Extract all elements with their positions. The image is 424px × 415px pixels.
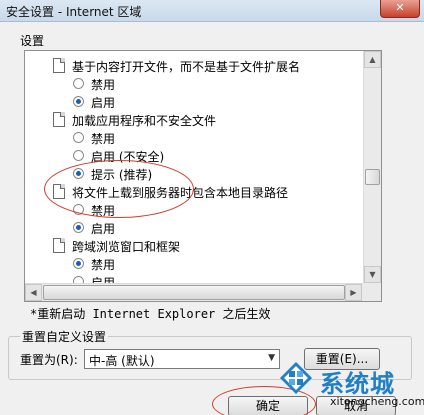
option-label: 启用 <box>91 96 116 110</box>
scroll-left-icon[interactable]: ◀ <box>25 284 42 301</box>
scroll-down-icon[interactable]: ▼ <box>364 266 381 283</box>
radio-button[interactable] <box>73 258 84 269</box>
radio-button[interactable] <box>73 204 84 215</box>
watermark-logo-icon <box>280 362 312 394</box>
setting-option[interactable]: 禁用 <box>25 254 363 274</box>
radio-button[interactable] <box>73 168 84 179</box>
security-level-value: 中-高 (默认) <box>89 354 155 368</box>
setting-option[interactable]: 启用 <box>25 218 363 238</box>
radio-button[interactable] <box>73 150 84 161</box>
close-icon: ✕ <box>395 1 405 14</box>
close-button[interactable]: ✕ <box>380 0 420 18</box>
setting-option[interactable]: 禁用 <box>25 74 363 94</box>
setting-category: 跨域浏览窗口和框架 <box>25 236 363 256</box>
setting-option[interactable]: 禁用 <box>25 200 363 220</box>
security-level-dropdown[interactable]: 中-高 (默认) ▼ <box>84 349 280 369</box>
title-bar: 安全设置 - Internet 区域 ✕ <box>0 0 424 22</box>
setting-option[interactable]: 启用 <box>25 92 363 112</box>
setting-category-label: 将文件上载到服务器时包含本地目录路径 <box>72 186 289 200</box>
chevron-down-icon: ▼ <box>268 353 275 363</box>
option-label: 提示 (推荐) <box>91 168 153 182</box>
option-label: 禁用 <box>91 204 116 218</box>
document-icon <box>53 238 65 253</box>
option-label: 启用 <box>91 222 116 236</box>
setting-category: 基于内容打开文件，而不是基于文件扩展名 <box>25 56 363 76</box>
radio-button[interactable] <box>73 222 84 233</box>
setting-category-label: 加载应用程序和不安全文件 <box>72 114 217 128</box>
window-title: 安全设置 - Internet 区域 <box>6 5 142 19</box>
radio-button[interactable] <box>73 78 84 89</box>
reset-group-label: 重置自定义设置 <box>20 328 109 345</box>
horizontal-scroll-thumb[interactable] <box>43 285 345 300</box>
scroll-up-icon[interactable]: ▲ <box>364 51 381 68</box>
option-label: 禁用 <box>91 132 116 146</box>
watermark-url: xitongcheng.com <box>330 395 424 408</box>
option-label: 启用 (不安全) <box>91 150 165 164</box>
watermark-brand: 系统城 <box>320 370 395 398</box>
horizontal-scrollbar[interactable]: ◀ ▶ <box>25 283 363 301</box>
ok-button[interactable]: 确定 <box>228 396 308 415</box>
option-label: 禁用 <box>91 258 116 272</box>
setting-category: 将文件上载到服务器时包含本地目录路径 <box>25 182 363 202</box>
document-icon <box>53 184 65 199</box>
radio-button[interactable] <box>73 96 84 107</box>
scroll-right-icon[interactable]: ▶ <box>345 284 362 301</box>
radio-button[interactable] <box>73 132 84 143</box>
scroll-corner <box>363 283 381 301</box>
vertical-scrollbar[interactable]: ▲ ▼ <box>363 51 381 283</box>
setting-category-label: 基于内容打开文件，而不是基于文件扩展名 <box>72 60 301 74</box>
settings-group-label: 设置 <box>20 34 45 48</box>
option-label: 禁用 <box>91 78 116 92</box>
document-icon <box>53 112 65 127</box>
setting-option[interactable]: 提示 (推荐) <box>25 164 363 184</box>
vertical-scroll-thumb[interactable] <box>365 169 380 185</box>
setting-option[interactable]: 启用 (不安全) <box>25 146 363 166</box>
setting-category: 加载应用程序和不安全文件 <box>25 110 363 130</box>
restart-note: *重新启动 Internet Explorer 之后生效 <box>30 307 271 321</box>
document-icon <box>53 58 65 73</box>
reset-to-label: 重置为(R): <box>20 353 78 367</box>
settings-list[interactable]: 基于内容打开文件，而不是基于文件扩展名 禁用 启用 加载应用程序和不安全文件 禁用 启用 … <box>24 50 382 302</box>
setting-category-label: 跨域浏览窗口和框架 <box>72 240 181 254</box>
setting-option[interactable]: 禁用 <box>25 128 363 148</box>
